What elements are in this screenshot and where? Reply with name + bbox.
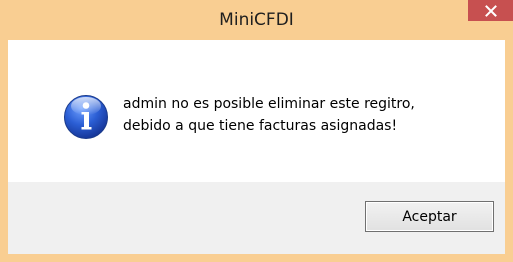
ok-button[interactable]: Aceptar	[365, 201, 494, 232]
close-icon	[484, 4, 497, 17]
dialog-body: admin no es posible eliminar este regitr…	[8, 40, 505, 254]
close-button[interactable]	[468, 0, 513, 21]
info-icon	[64, 95, 108, 139]
window-title: MiniCFDI	[219, 10, 294, 30]
message-dialog: MiniCFDI admin no es posible eliminar es…	[0, 0, 513, 262]
dialog-message: admin no es posible eliminar este regitr…	[123, 96, 415, 134]
message-area: admin no es posible eliminar este regitr…	[8, 40, 505, 182]
title-bar[interactable]: MiniCFDI	[0, 0, 513, 40]
